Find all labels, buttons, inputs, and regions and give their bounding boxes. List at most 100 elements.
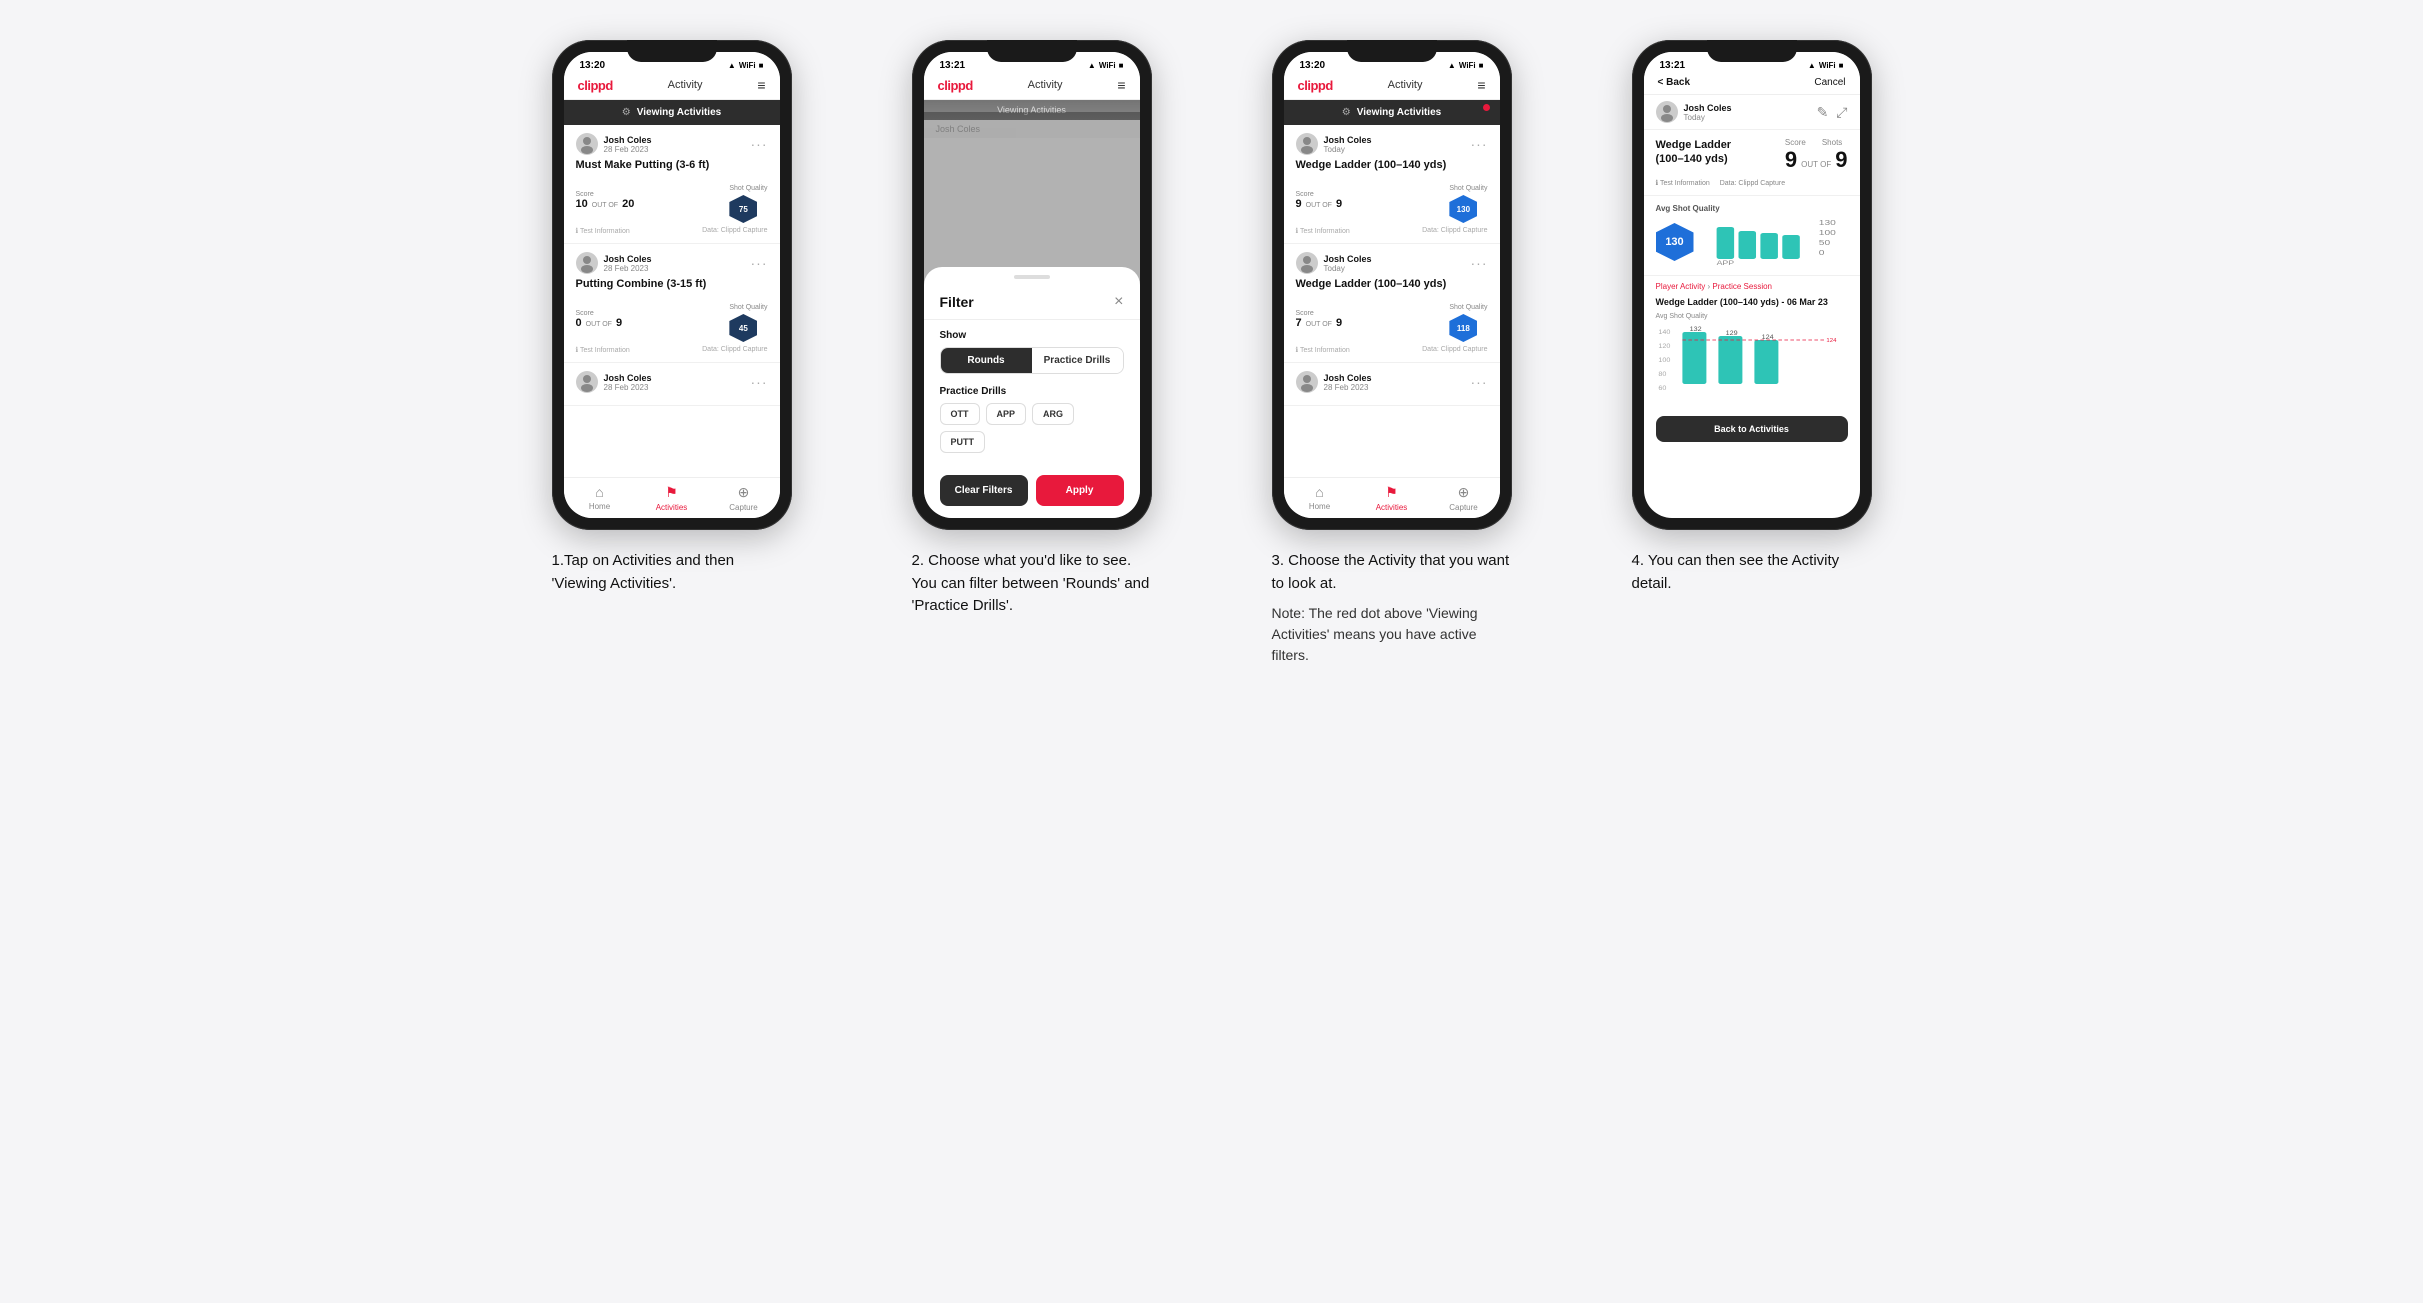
svg-text:130: 130 — [1818, 219, 1835, 227]
phone-1: 13:20 ▲ WiFi ■ clippd Activity ≡ ⚙ Viewi… — [552, 40, 792, 530]
detail-score-row-4: 9 OUT OF 9 — [1785, 147, 1848, 173]
detail-user-left-4: Josh Coles Today — [1656, 101, 1732, 123]
card-user-3-1: Josh Coles Today — [1296, 133, 1372, 155]
hamburger-1[interactable]: ≡ — [757, 77, 765, 93]
toggle-practice-2[interactable]: Practice Drills — [1032, 348, 1123, 373]
activity-card-1-2[interactable]: Josh Coles 28 Feb 2023 ··· Putting Combi… — [564, 244, 780, 363]
activity-card-3-3[interactable]: Josh Coles 28 Feb 2023 ··· — [1284, 363, 1500, 406]
filter-close-btn-2[interactable]: × — [1114, 293, 1123, 311]
step-3-description: 3. Choose the Activity that you want to … — [1272, 550, 1512, 666]
activities-icon-1: ⚑ — [665, 484, 678, 501]
activity-card-3-2[interactable]: Josh Coles Today ··· Wedge Ladder (100–1… — [1284, 244, 1500, 363]
footer-right-3-2: Data: Clippd Capture — [1422, 346, 1487, 354]
activity-card-1-1[interactable]: Josh Coles 28 Feb 2023 ··· Must Make Put… — [564, 125, 780, 244]
dots-menu-1-1[interactable]: ··· — [751, 136, 768, 152]
nav-title-3: Activity — [1388, 79, 1423, 91]
apply-btn-2[interactable]: Apply — [1036, 475, 1124, 506]
phone-notch-3 — [1347, 40, 1437, 62]
chip-putt-2[interactable]: PUTT — [940, 431, 986, 453]
dots-menu-1-3[interactable]: ··· — [751, 374, 768, 390]
chip-app-2[interactable]: APP — [986, 403, 1027, 425]
edit-icon-4[interactable]: ✎ — [1817, 104, 1829, 121]
shots-value-3-1: 9 — [1336, 198, 1342, 210]
user-name-1-3: Josh Coles — [604, 373, 652, 383]
dots-menu-3-3[interactable]: ··· — [1471, 374, 1488, 390]
chip-arg-2[interactable]: ARG — [1032, 403, 1074, 425]
user-name-1-1: Josh Coles — [604, 135, 652, 145]
tab-activities-1[interactable]: ⚑ Activities — [636, 478, 708, 518]
svg-text:60: 60 — [1658, 385, 1666, 391]
quality-label-1-1: Shot Quality — [729, 185, 767, 192]
filter-handle-2[interactable] — [1014, 275, 1050, 279]
dots-menu-3-2[interactable]: ··· — [1471, 255, 1488, 271]
user-name-1-2: Josh Coles — [604, 254, 652, 264]
dots-menu-3-1[interactable]: ··· — [1471, 136, 1488, 152]
status-icons-1: ▲ WiFi ■ — [728, 61, 764, 70]
user-date-1-1: 28 Feb 2023 — [604, 145, 652, 154]
detail-drill-section-4: Wedge Ladder (100–140 yds) - 06 Mar 23 A… — [1644, 293, 1860, 410]
card-footer-1-1: ℹ Test Information Data: Clippd Capture — [576, 227, 768, 235]
avatar-1-2 — [576, 252, 598, 274]
card-footer-1-2: ℹ Test Information Data: Clippd Capture — [576, 346, 768, 354]
hamburger-2[interactable]: ≡ — [1117, 77, 1125, 93]
score-value-3-1: 9 — [1296, 198, 1302, 210]
step-1-description: 1.Tap on Activities and then 'Viewing Ac… — [552, 550, 792, 595]
score-value-1-1: 10 — [576, 198, 588, 210]
tab-home-1[interactable]: ⌂ Home — [564, 478, 636, 518]
hamburger-3[interactable]: ≡ — [1477, 77, 1485, 93]
viewing-bar-1[interactable]: ⚙ Viewing Activities — [564, 100, 780, 125]
clear-filters-btn-2[interactable]: Clear Filters — [940, 475, 1028, 506]
outof-3-1: OUT OF — [1306, 202, 1332, 209]
toggle-rounds-2[interactable]: Rounds — [941, 348, 1032, 373]
avatar-3-1 — [1296, 133, 1318, 155]
score-label-3-2: Score — [1296, 310, 1343, 317]
time-2: 13:21 — [940, 60, 966, 71]
quality-label-3-2: Shot Quality — [1449, 304, 1487, 311]
back-btn-4[interactable]: < Back — [1658, 77, 1691, 88]
dots-menu-1-2[interactable]: ··· — [751, 255, 768, 271]
card-footer-3-1: ℹ Test Information Data: Clippd Capture — [1296, 227, 1488, 235]
filter-sheet-2: Filter × Show Rounds Practice Drills Pra… — [924, 267, 1140, 518]
time-1: 13:20 — [580, 60, 606, 71]
card-footer-3-2: ℹ Test Information Data: Clippd Capture — [1296, 346, 1488, 354]
viewing-icon-1: ⚙ — [622, 107, 631, 118]
svg-text:120: 120 — [1658, 343, 1670, 349]
step-3-text: 3. Choose the Activity that you want to … — [1272, 550, 1512, 595]
card-header-3-2: Josh Coles Today ··· — [1296, 252, 1488, 274]
phone-notch-2 — [987, 40, 1077, 62]
tab-home-3[interactable]: ⌂ Home — [1284, 478, 1356, 518]
status-icons-3: ▲WiFi■ — [1448, 61, 1484, 70]
step-1-column: 13:20 ▲ WiFi ■ clippd Activity ≡ ⚙ Viewi… — [512, 40, 832, 595]
nav-title-1: Activity — [668, 79, 703, 91]
avatar-3-2 — [1296, 252, 1318, 274]
avg-hex-4: 130 — [1656, 223, 1694, 261]
card-header-3-3: Josh Coles 28 Feb 2023 ··· — [1296, 371, 1488, 393]
tab-capture-1[interactable]: ⊕ Capture — [708, 478, 780, 518]
phone-screen-3: 13:20 ▲WiFi■ clippd Activity ≡ ⚙ Viewing… — [1284, 52, 1500, 518]
tab-capture-label-1: Capture — [729, 503, 757, 512]
phone-notch-1 — [627, 40, 717, 62]
viewing-bar-3[interactable]: ⚙ Viewing Activities — [1284, 100, 1500, 125]
tab-activities-3[interactable]: ⚑ Activities — [1356, 478, 1428, 518]
detail-drill-title-4: Wedge Ladder (100–140 yds) — [1656, 138, 1756, 167]
footer-left-3-1: ℹ Test Information — [1296, 227, 1350, 235]
cancel-btn-4[interactable]: Cancel — [1814, 77, 1845, 88]
footer-right-3-1: Data: Clippd Capture — [1422, 227, 1487, 235]
tab-capture-3[interactable]: ⊕ Capture — [1428, 478, 1500, 518]
drill-chart-4: 140 120 100 80 60 132 129 124 — [1656, 324, 1848, 404]
phone-notch-4 — [1707, 40, 1797, 62]
avg-chart-4: 130 100 50 0 APP — [1702, 217, 1848, 267]
tab-home-label-1: Home — [589, 502, 610, 511]
score-label-3-1: Score — [1296, 191, 1343, 198]
status-icons-4: ▲WiFi■ — [1808, 61, 1844, 70]
expand-icon-4[interactable]: ⤢ — [1836, 104, 1847, 121]
activity-card-1-3[interactable]: Josh Coles 28 Feb 2023 ··· — [564, 363, 780, 406]
card-title-1-1: Must Make Putting (3-6 ft) — [576, 159, 768, 171]
back-activities-btn-4[interactable]: Back to Activities — [1656, 416, 1848, 442]
capture-icon-1: ⊕ — [738, 484, 750, 501]
activity-card-3-1[interactable]: Josh Coles Today ··· Wedge Ladder (100–1… — [1284, 125, 1500, 244]
step-2-description: 2. Choose what you'd like to see. You ca… — [912, 550, 1152, 618]
scroll-area-1: Josh Coles 28 Feb 2023 ··· Must Make Put… — [564, 125, 780, 477]
app-nav-3: clippd Activity ≡ — [1284, 73, 1500, 100]
chip-ott-2[interactable]: OTT — [940, 403, 980, 425]
